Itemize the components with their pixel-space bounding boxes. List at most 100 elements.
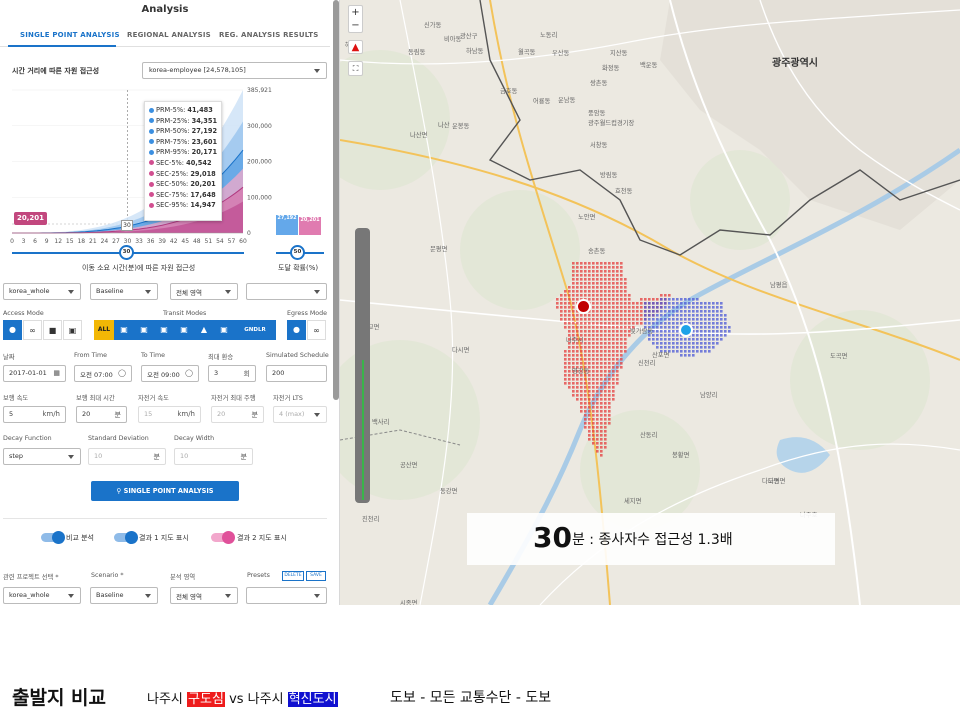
isochrone-cell	[628, 310, 631, 313]
isochrone-cell	[592, 438, 595, 441]
isochrone-cell	[608, 274, 611, 277]
max-transfer-input[interactable]: 3회	[208, 365, 256, 382]
transit-bus-button[interactable]: ▣	[114, 320, 134, 340]
calendar-icon[interactable]: ▦	[53, 369, 60, 377]
decay-width-input[interactable]: 10 분	[174, 448, 253, 465]
transit-rail-button[interactable]: ▣	[154, 320, 174, 340]
isochrone-cell	[652, 302, 655, 305]
bike-max-input[interactable]: 20 분	[211, 406, 264, 423]
toggle-thumb	[125, 531, 138, 544]
from-time-input[interactable]: 오전 07:00 ◯	[74, 365, 132, 382]
zoom-control[interactable]: + −	[348, 5, 363, 33]
place-label: 송촌동	[588, 248, 606, 255]
clock-icon[interactable]: ◯	[185, 369, 193, 377]
scenario-select-2[interactable]: Baseline	[90, 587, 158, 604]
tab-regional[interactable]: REGIONAL ANALYSIS	[127, 31, 211, 39]
isochrone-cell	[608, 382, 611, 385]
isochrone-cell	[688, 346, 691, 349]
isochrone-cell	[608, 294, 611, 297]
walk-speed-input[interactable]: 5 km/h	[3, 406, 66, 423]
walk-max-label: 보행 최대 시간	[76, 395, 115, 402]
delete-preset-button[interactable]: DELETE	[282, 571, 304, 581]
transit-cable-button[interactable]: ▣	[214, 320, 234, 340]
chevron-down-icon	[68, 594, 74, 598]
isochrone-cell	[604, 266, 607, 269]
transit-all-button[interactable]: ALL	[94, 320, 114, 340]
series-value: 17,648	[190, 190, 216, 199]
isochrone-cell	[608, 394, 611, 397]
presets-select-2[interactable]	[246, 587, 327, 604]
result1-toggle[interactable]	[114, 531, 138, 544]
tab-reg-results[interactable]: REG. ANALYSIS RESULTS	[219, 31, 319, 39]
origin-marker-innovation-city[interactable]	[679, 323, 693, 337]
x-tick-label: 48	[193, 238, 201, 245]
result2-toggle[interactable]	[211, 531, 235, 544]
isochrone-cell	[696, 334, 699, 337]
compare-toggle[interactable]	[41, 531, 65, 544]
isochrone-cell	[580, 290, 583, 293]
access-car-button[interactable]: ■	[43, 320, 62, 340]
cursor-x-label[interactable]: 30	[121, 220, 133, 231]
isochrone-cell	[704, 302, 707, 305]
isochrone-cell	[716, 318, 719, 321]
isochrone-cell	[680, 342, 683, 345]
transit-subway-button[interactable]: ▣	[174, 320, 194, 340]
isochrone-cell	[624, 326, 627, 329]
origin-marker-old-town[interactable]	[576, 299, 591, 314]
to-time-input[interactable]: 오전 09:00 ◯	[141, 365, 199, 382]
to-time-label: To Time	[141, 352, 166, 359]
walk-icon: ●	[293, 325, 300, 334]
region-select[interactable]: 전체 영역	[170, 283, 238, 300]
zoom-out-icon[interactable]: −	[349, 19, 362, 32]
scenario-select[interactable]: Baseline	[90, 283, 158, 300]
clock-icon[interactable]: ◯	[118, 369, 126, 377]
sim-schedule-input[interactable]: 200	[266, 365, 327, 382]
isochrone-cell	[592, 278, 595, 281]
place-label: 어룡동	[533, 98, 551, 105]
access-walk-button[interactable]: ●	[3, 320, 22, 340]
access-bike-button[interactable]: ∞	[23, 320, 42, 340]
egress-bike-button[interactable]: ∞	[307, 320, 326, 340]
network-select[interactable]: korea_whole	[3, 283, 81, 300]
access-taxi-button[interactable]: ▣	[63, 320, 82, 340]
egress-walk-button[interactable]: ●	[287, 320, 306, 340]
region-select-2[interactable]: 전체 영역	[170, 587, 238, 604]
isochrone-cell	[588, 438, 591, 441]
save-preset-button[interactable]: SAVE	[306, 571, 326, 581]
zoom-in-icon[interactable]: +	[349, 6, 362, 19]
run-single-point-button[interactable]: ⚲ SINGLE POINT ANALYSIS	[91, 481, 239, 501]
prob-slider-knob[interactable]: 50	[290, 245, 305, 260]
isochrone-cell	[612, 362, 615, 365]
isochrone-cell	[588, 294, 591, 297]
dataset-select[interactable]: korea-employee [24,578,105]	[142, 62, 327, 79]
terrain-patch	[790, 310, 930, 450]
date-input[interactable]: 2017-01-01 ▦	[3, 365, 66, 382]
presets-select[interactable]	[246, 283, 327, 300]
isochrone-cell	[580, 274, 583, 277]
isochrone-cell	[592, 270, 595, 273]
time-slider-knob[interactable]: 30	[119, 245, 134, 260]
transit-tram-button[interactable]: ▣	[134, 320, 154, 340]
isochrone-cell	[596, 354, 599, 357]
compass-icon[interactable]: ▲	[348, 40, 363, 54]
place-label: 진천리	[362, 516, 380, 523]
project-select[interactable]: korea_whole	[3, 587, 81, 604]
isochrone-cell	[720, 322, 723, 325]
walk-max-input[interactable]: 20 분	[76, 406, 127, 423]
isochrone-cell	[588, 338, 591, 341]
bike-lts-select[interactable]: 4 (max)	[273, 406, 327, 423]
bike-speed-value: 15	[144, 410, 153, 418]
transit-ferry-button[interactable]: ▲	[194, 320, 214, 340]
fullscreen-icon[interactable]: ⛶	[348, 61, 363, 76]
bike-speed-input[interactable]: 15 km/h	[138, 406, 201, 423]
panel-scrollbar[interactable]	[333, 0, 339, 400]
isochrone-cell	[600, 302, 603, 305]
isochrone-cell	[704, 330, 707, 333]
scenario-value-2: Baseline	[96, 591, 124, 599]
tab-single-point[interactable]: SINGLE POINT ANALYSIS	[20, 31, 120, 39]
isochrone-cell	[704, 310, 707, 313]
isochrone-cell	[700, 350, 703, 353]
decay-function-select[interactable]: step	[3, 448, 81, 465]
std-dev-input[interactable]: 10 분	[88, 448, 166, 465]
transit-gondola-funicular-button[interactable]: GNDLR FNCLR	[234, 320, 276, 353]
